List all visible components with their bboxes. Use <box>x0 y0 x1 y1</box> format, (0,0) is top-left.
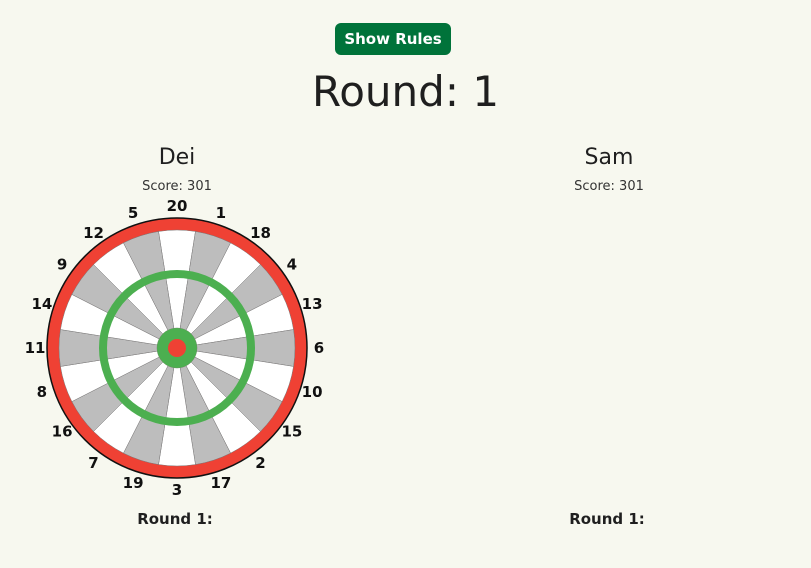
dartboard-number-3: 3 <box>172 481 182 499</box>
dartboard-number-14: 14 <box>31 295 52 313</box>
dartboard-number-1: 1 <box>216 204 226 222</box>
dartboard-number-5: 5 <box>128 204 138 222</box>
dartboard[interactable]: 20 1 18 4 13 6 10 15 2 17 3 19 7 16 8 11 14 9 12 5 <box>0 0 811 568</box>
dartboard-number-15: 15 <box>281 423 302 441</box>
dartboard-number-9: 9 <box>57 256 67 274</box>
dartboard-number-16: 16 <box>52 423 73 441</box>
dartboard-number-10: 10 <box>302 383 323 401</box>
dartboard-number-4: 4 <box>287 256 297 274</box>
dartboard-number-20: 20 <box>167 197 188 215</box>
dartboard-number-12: 12 <box>83 224 104 242</box>
dartboard-number-13: 13 <box>302 295 323 313</box>
dartboard-number-17: 17 <box>210 474 231 492</box>
dartboard-number-8: 8 <box>37 383 47 401</box>
dartboard-number-18: 18 <box>250 224 271 242</box>
round-label: Round 1: <box>137 510 213 528</box>
dartboard-number-2: 2 <box>255 454 265 472</box>
dartboard-number-11: 11 <box>25 339 46 357</box>
dartboard-number-6: 6 <box>314 339 324 357</box>
dartboard-number-7: 7 <box>88 454 98 472</box>
dartboard-number-19: 19 <box>123 474 144 492</box>
inner-bull[interactable] <box>168 339 186 357</box>
round-label: Round 1: <box>569 510 645 528</box>
